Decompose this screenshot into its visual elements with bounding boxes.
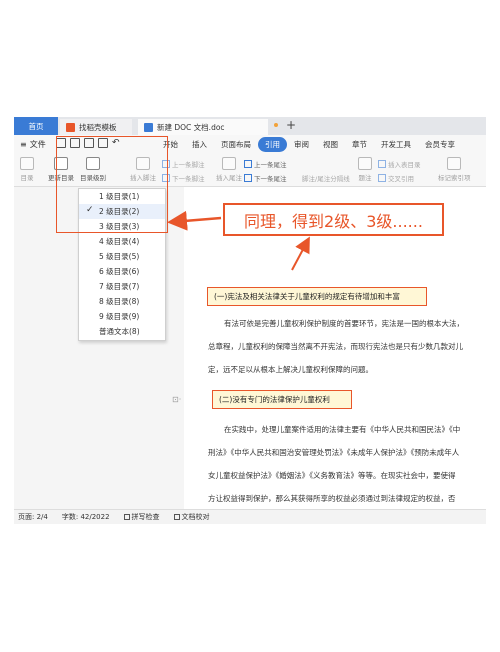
annotation-arrows	[167, 210, 310, 271]
arrow-to-callout	[291, 236, 310, 271]
arrow-to-dropdown	[167, 210, 222, 231]
